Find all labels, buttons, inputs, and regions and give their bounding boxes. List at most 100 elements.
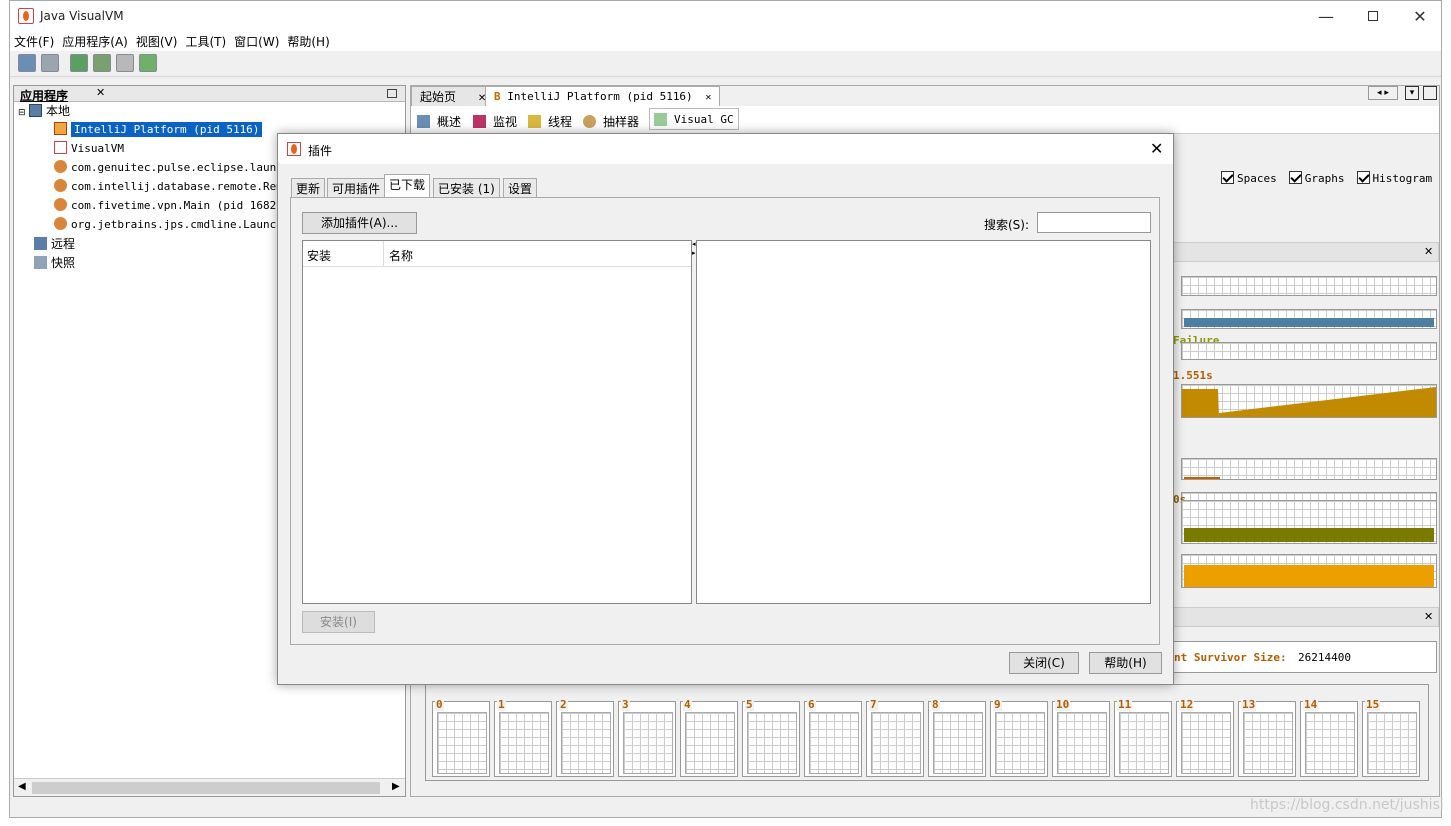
tab-settings[interactable]: 设置 bbox=[503, 178, 538, 198]
tab-intellij-platform[interactable]: B IntelliJ Platform (pid 5116) ✕ bbox=[485, 86, 721, 106]
menu-help[interactable]: 帮助(H) bbox=[283, 33, 333, 50]
histogram-cell: 3 bbox=[618, 698, 676, 777]
tree-item-local[interactable]: ⊟ 本地 bbox=[18, 102, 70, 120]
intellij-icon: B bbox=[494, 90, 501, 103]
tree-item-intellij[interactable]: IntelliJ Platform (pid 5116) bbox=[54, 121, 263, 139]
tree-item-remote[interactable]: 远程 bbox=[34, 235, 75, 253]
tab-available-plugins[interactable]: 可用插件 bbox=[327, 178, 386, 198]
histogram-cell-label: 12 bbox=[1179, 698, 1195, 711]
help-button[interactable]: 帮助(H) bbox=[1089, 652, 1162, 674]
histogram-cell-label: 5 bbox=[745, 698, 754, 711]
menu-window[interactable]: 窗口(W) bbox=[230, 33, 283, 50]
tree-item-vpn-main[interactable]: com.fivetime.vpn.Main (pid 16820) bbox=[54, 197, 290, 215]
metaspace-bar bbox=[1184, 565, 1434, 587]
graphs-checkbox[interactable]: Graphs bbox=[1288, 171, 1345, 185]
close-section-icon[interactable]: ✕ bbox=[1424, 610, 1433, 623]
scroll-right-icon[interactable]: ▶ bbox=[392, 781, 400, 792]
minimize-panel-icon[interactable] bbox=[387, 89, 397, 98]
histogram-cell-label: 15 bbox=[1365, 698, 1381, 711]
menu-tools[interactable]: 工具(T) bbox=[181, 33, 230, 50]
histogram-cell-grid bbox=[437, 712, 487, 774]
add-dump-icon[interactable] bbox=[93, 54, 111, 72]
title-bar: Java VisualVM — ✕ bbox=[10, 1, 1441, 31]
menu-applications[interactable]: 应用程序(A) bbox=[58, 33, 132, 50]
plugin-details-panel bbox=[696, 240, 1151, 604]
close-section-icon[interactable]: ✕ bbox=[1424, 245, 1433, 258]
snapshot-icon bbox=[34, 256, 47, 269]
java-icon bbox=[54, 160, 67, 173]
subtab-monitor[interactable]: 监视 bbox=[473, 110, 517, 132]
add-jmx-icon[interactable] bbox=[70, 54, 88, 72]
gc-time-graph bbox=[1181, 342, 1437, 360]
tree-item-jps-launcher[interactable]: org.jetbrains.jps.cmdline.Launcher bbox=[54, 216, 296, 234]
histogram-section-header: ✕ bbox=[1171, 607, 1439, 627]
tree-item-genuitec[interactable]: com.genuitec.pulse.eclipse.launcher bbox=[54, 159, 303, 177]
histogram-cell: 0 bbox=[432, 698, 490, 777]
close-tab-icon[interactable]: ✕ bbox=[705, 92, 711, 103]
subtab-sampler[interactable]: 抽样器 bbox=[583, 110, 639, 132]
eden-space-graph bbox=[1181, 384, 1437, 418]
histogram-cell-grid bbox=[1181, 712, 1231, 774]
close-panel-icon[interactable]: ✕ bbox=[96, 86, 105, 99]
maximize-button[interactable] bbox=[1350, 1, 1396, 31]
tree-item-visualvm[interactable]: VisualVM bbox=[54, 140, 124, 158]
column-name[interactable]: 名称 bbox=[389, 247, 413, 264]
tab-downloaded[interactable]: 已下载 bbox=[384, 174, 431, 198]
tab-installed[interactable]: 已安装 (1) bbox=[433, 178, 500, 198]
old-gen-graph bbox=[1181, 458, 1437, 480]
spaces-checkbox[interactable]: Spaces bbox=[1221, 171, 1277, 185]
downloaded-tab-panel: 添加插件(A)... 搜索(S): 安装 名称 ◂ ▸ 安装(I) bbox=[290, 197, 1160, 645]
tab-start-page[interactable]: 起始页 ✕ bbox=[411, 86, 496, 106]
histogram-cell: 10 bbox=[1052, 698, 1110, 777]
dialog-close-icon[interactable]: ✕ bbox=[1150, 139, 1163, 158]
add-plugins-button[interactable]: 添加插件(A)... bbox=[302, 212, 417, 234]
sampler-icon bbox=[583, 114, 596, 128]
save-icon[interactable] bbox=[41, 54, 59, 72]
histogram-cell: 1 bbox=[494, 698, 552, 777]
tree-item-snapshots[interactable]: 快照 bbox=[34, 254, 75, 272]
open-file-icon[interactable] bbox=[18, 54, 36, 72]
search-input[interactable] bbox=[1037, 212, 1151, 233]
tab-list-icon[interactable]: ▾ bbox=[1405, 86, 1419, 100]
column-install[interactable]: 安装 bbox=[307, 247, 331, 264]
subtab-visual-gc[interactable]: Visual GC bbox=[649, 108, 739, 130]
close-icon: ✕ bbox=[1413, 6, 1427, 26]
install-button[interactable]: 安装(I) bbox=[302, 611, 375, 633]
compare-icon[interactable] bbox=[139, 54, 157, 72]
scroll-left-icon[interactable]: ◀ bbox=[18, 781, 26, 792]
minimize-button[interactable]: — bbox=[1303, 1, 1349, 31]
dialog-app-icon bbox=[287, 142, 301, 156]
close-window-button[interactable]: ✕ bbox=[1397, 1, 1443, 31]
survivor-size-box: nt Survivor Size: 26214400 bbox=[1171, 641, 1437, 673]
graphs-section-header: ✕ bbox=[1171, 242, 1439, 262]
menu-bar: 文件(F) 应用程序(A) 视图(V) 工具(T) 窗口(W) 帮助(H) bbox=[10, 31, 1441, 51]
histogram-cell-label: 3 bbox=[621, 698, 630, 711]
subtab-overview[interactable]: 概述 bbox=[417, 110, 461, 132]
histogram-cell-grid bbox=[499, 712, 549, 774]
close-button[interactable]: 关闭(C) bbox=[1009, 652, 1079, 674]
histogram-cell-label: 13 bbox=[1241, 698, 1257, 711]
maximize-tab-icon[interactable] bbox=[1423, 86, 1437, 100]
histogram-cell: 6 bbox=[804, 698, 862, 777]
menu-view[interactable]: 视图(V) bbox=[132, 33, 182, 50]
tab-scroll-icon[interactable]: ◂ ▸ bbox=[1368, 86, 1398, 100]
histogram-checkbox[interactable]: Histogram bbox=[1356, 171, 1432, 185]
app-icon bbox=[18, 8, 34, 24]
histogram-cell: 13 bbox=[1238, 698, 1296, 777]
class-loader-graph bbox=[1181, 309, 1437, 329]
intellij-icon bbox=[54, 122, 67, 135]
monitor-icon bbox=[473, 114, 486, 128]
histogram-cell-label: 0 bbox=[435, 698, 444, 711]
window-title: Java VisualVM bbox=[40, 9, 124, 23]
scrollbar-thumb[interactable] bbox=[32, 782, 380, 794]
overview-icon bbox=[417, 114, 430, 128]
menu-file[interactable]: 文件(F) bbox=[10, 33, 58, 50]
tab-updates[interactable]: 更新 bbox=[291, 178, 326, 198]
snapshot-icon[interactable] bbox=[116, 54, 134, 72]
histogram-cell: 12 bbox=[1176, 698, 1234, 777]
java-icon bbox=[54, 198, 67, 211]
horizontal-scrollbar[interactable]: ◀ ▶ bbox=[14, 778, 405, 796]
subtab-threads[interactable]: 线程 bbox=[528, 110, 572, 132]
perm-gen-bar bbox=[1184, 528, 1434, 542]
tree-item-database-remote[interactable]: com.intellij.database.remote.Remote bbox=[54, 178, 303, 196]
